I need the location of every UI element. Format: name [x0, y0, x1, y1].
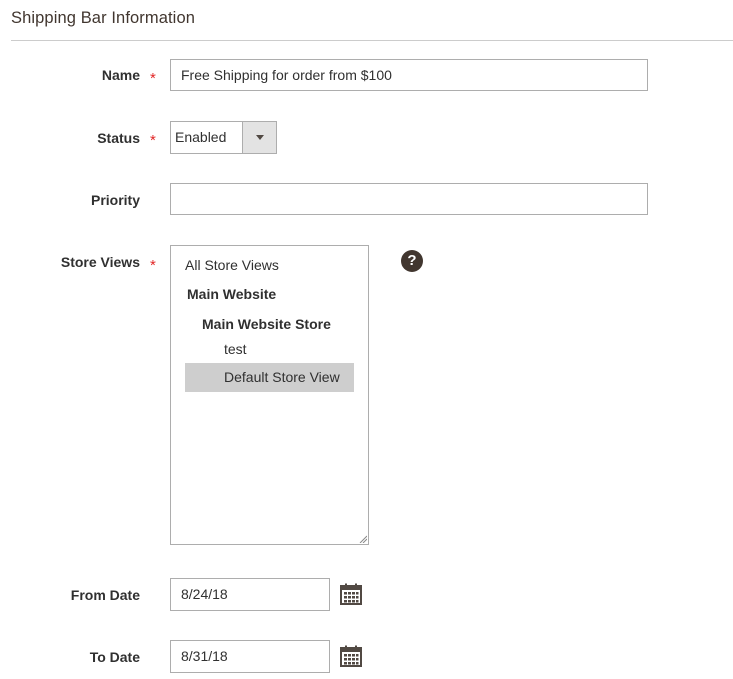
status-select[interactable]: Enabled — [170, 121, 277, 154]
store-views-option-all[interactable]: All Store Views — [185, 257, 279, 273]
status-select-value: Enabled — [175, 129, 227, 145]
store-views-option-default[interactable]: Default Store View — [185, 363, 354, 392]
store-views-required-mark: * — [150, 257, 156, 274]
from-date-label: From Date — [0, 587, 140, 603]
resize-handle-icon[interactable] — [359, 535, 367, 543]
status-select-button[interactable] — [242, 122, 276, 153]
section-divider — [11, 40, 733, 41]
section-title: Shipping Bar Information — [11, 9, 196, 27]
calendar-icon[interactable] — [340, 645, 362, 667]
to-date-label-text: To Date — [89, 649, 140, 665]
name-label-text: Name — [101, 67, 140, 83]
from-date-input[interactable]: 8/24/18 — [170, 578, 330, 611]
store-views-multiselect[interactable]: All Store Views Main Website Main Websit… — [170, 245, 369, 545]
store-views-label-text: Store Views — [60, 254, 140, 270]
priority-input[interactable] — [170, 183, 648, 215]
to-date-input[interactable]: 8/31/18 — [170, 640, 330, 673]
status-label-text: Status — [97, 130, 140, 146]
store-views-label: Store Views — [0, 254, 140, 270]
store-views-option-test[interactable]: test — [224, 341, 247, 357]
calendar-icon[interactable] — [340, 583, 362, 605]
status-required-mark: * — [150, 132, 156, 149]
name-required-mark: * — [150, 70, 156, 87]
from-date-label-text: From Date — [70, 587, 140, 603]
store-views-group-website: Main Website — [187, 286, 277, 302]
priority-label: Priority — [0, 192, 140, 208]
status-label: Status — [0, 130, 140, 146]
priority-label-text: Priority — [90, 192, 140, 208]
caret-down-icon — [256, 135, 264, 140]
question-circle-icon[interactable]: ? — [401, 250, 423, 272]
to-date-label: To Date — [0, 649, 140, 665]
store-views-group-store: Main Website Store — [202, 316, 331, 332]
name-input[interactable]: Free Shipping for order from $100 — [170, 59, 648, 91]
name-label: Name — [0, 67, 140, 83]
